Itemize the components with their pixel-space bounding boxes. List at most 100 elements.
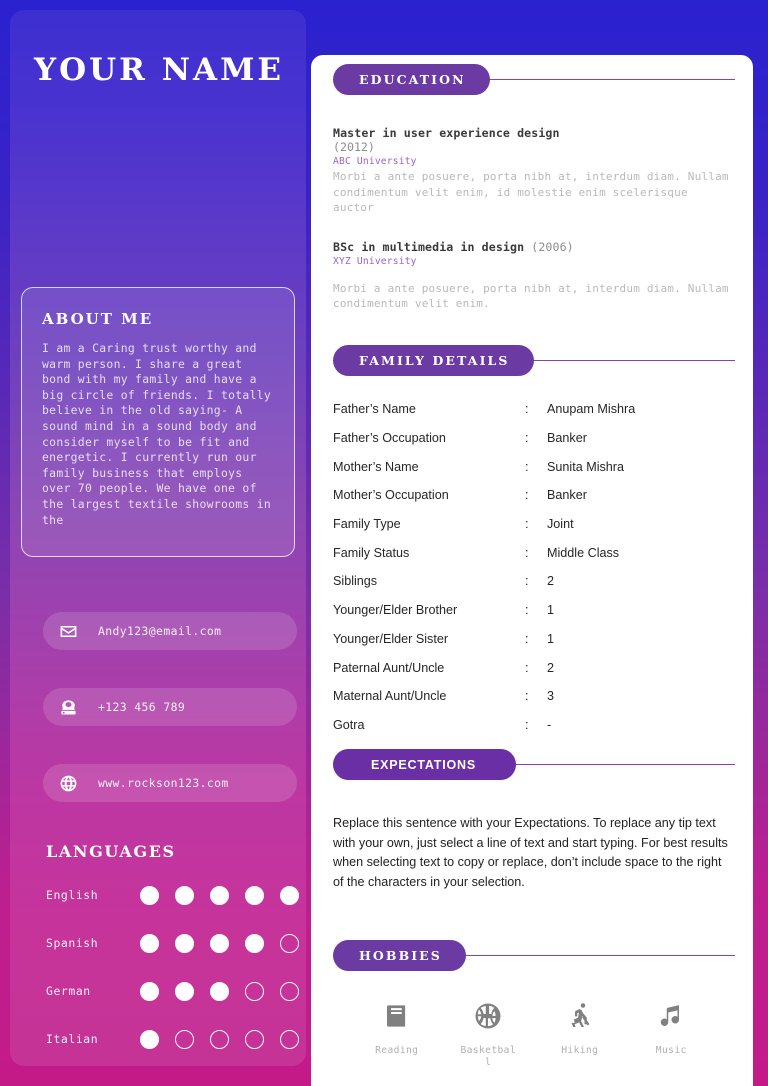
- rating-dot-filled[interactable]: [245, 934, 264, 953]
- education-year: (2006): [524, 239, 574, 254]
- rating-dot-filled[interactable]: [140, 982, 159, 1001]
- family-detail-label: Family Type: [333, 517, 401, 532]
- education-header-line: [485, 78, 735, 81]
- rating-dot-filled[interactable]: [175, 886, 194, 905]
- family-detail-separator: :: [525, 517, 529, 532]
- hobby-item: Music: [626, 999, 718, 1069]
- family-detail-separator: :: [525, 689, 529, 704]
- rating-dot-filled[interactable]: [175, 982, 194, 1001]
- language-row: English: [46, 885, 299, 919]
- hobbies-header: HOBBIES: [333, 940, 735, 971]
- language-name: English: [46, 888, 99, 902]
- rating-dot-empty[interactable]: [280, 1030, 299, 1049]
- language-rows: English Spanish German Italian: [46, 885, 299, 1063]
- family-detail-label: Mother’s Name: [333, 459, 419, 474]
- resume-page: YOUR NAME ABOUT ME I am a Caring trust w…: [0, 0, 768, 1086]
- table-row: Family Status: Middle Class: [333, 538, 735, 567]
- rating-dot-filled[interactable]: [140, 886, 159, 905]
- table-row: Father’s Occupation: Banker: [333, 424, 735, 453]
- rating-dot-filled[interactable]: [175, 934, 194, 953]
- family-detail-label: Younger/Elder Brother: [333, 603, 458, 618]
- family-details-pill-label: FAMILY DETAILS: [333, 345, 534, 376]
- family-detail-label: Maternal Aunt/Uncle: [333, 689, 447, 704]
- family-detail-separator: :: [525, 459, 529, 474]
- hiking-icon: [565, 999, 595, 1033]
- rating-dot-empty[interactable]: [245, 982, 264, 1001]
- about-me-title: ABOUT ME: [42, 310, 154, 328]
- rating-dot-filled[interactable]: [140, 934, 159, 953]
- rating-dot-empty[interactable]: [245, 1030, 264, 1049]
- education-school: XYZ University: [333, 255, 417, 267]
- rating-dot-filled[interactable]: [280, 886, 299, 905]
- contact-row-email[interactable]: Andy123@email.com: [43, 612, 297, 650]
- language-name: Italian: [46, 1032, 99, 1046]
- hobby-label: Basketball: [460, 1045, 517, 1068]
- hobby-label: Hiking: [561, 1045, 599, 1056]
- contact-list: Andy123@email.com +123 456 789 www.rocks…: [43, 612, 297, 840]
- table-row: Younger/Elder Sister: 1: [333, 625, 735, 654]
- rating-dot-filled[interactable]: [210, 934, 229, 953]
- hobbies-section: HOBBIES Reading Basketball Hiking Music: [333, 940, 735, 1069]
- family-detail-label: Family Status: [333, 545, 410, 560]
- education-description: Morbi a ante posuere, porta nibh at, int…: [333, 281, 729, 311]
- hobby-item: Hiking: [534, 999, 626, 1069]
- hobbies-header-line: [461, 954, 735, 957]
- rating-dot-empty[interactable]: [280, 934, 299, 953]
- language-name: German: [46, 984, 91, 998]
- education-degree: Master in user experience design: [333, 126, 560, 140]
- music-note-icon: [656, 999, 686, 1033]
- language-row: Italian: [46, 1029, 299, 1063]
- education-entries: Master in user experience design (2012) AB…: [333, 126, 735, 312]
- table-row: Father’s Name: Anupam Mishra: [333, 395, 735, 424]
- contact-row-phone[interactable]: +123 456 789: [43, 688, 297, 726]
- family-detail-value: -: [547, 717, 552, 732]
- table-row: Paternal Aunt/Uncle: 2: [333, 653, 735, 682]
- contact-row-website[interactable]: www.rockson123.com: [43, 764, 297, 802]
- language-rating[interactable]: [140, 981, 299, 1001]
- languages-section: LANGUAGES English Spanish German Italian: [46, 842, 299, 1066]
- contact-email-text: Andy123@email.com: [98, 624, 222, 638]
- family-detail-separator: :: [525, 717, 529, 732]
- family-detail-label: Father’s Name: [333, 402, 416, 417]
- education-entry: BSc in multimedia in design (2006) XYZ Un…: [333, 240, 735, 312]
- language-row: Spanish: [46, 933, 299, 967]
- rating-dot-empty[interactable]: [280, 982, 299, 1001]
- table-row: Siblings: 2: [333, 567, 735, 596]
- education-description: Morbi a ante posuere, porta nibh at, int…: [333, 170, 729, 215]
- basketball-icon: [473, 999, 503, 1033]
- name-block: YOUR NAME: [10, 10, 306, 88]
- language-rating[interactable]: [140, 885, 299, 905]
- rating-dot-filled[interactable]: [210, 982, 229, 1001]
- rating-dot-filled[interactable]: [210, 886, 229, 905]
- rating-dot-filled[interactable]: [245, 886, 264, 905]
- family-details-section: FAMILY DETAILS Father’s Name: Anupam Mish…: [333, 345, 735, 739]
- family-detail-value: Banker: [547, 488, 587, 503]
- family-detail-label: Younger/Elder Sister: [333, 631, 449, 646]
- envelope-icon: [57, 620, 79, 642]
- rating-dot-filled[interactable]: [140, 1030, 159, 1049]
- family-detail-value: Anupam Mishra: [547, 402, 636, 417]
- expectations-header-line: [511, 763, 735, 766]
- family-detail-value: Joint: [547, 517, 574, 532]
- globe-icon: [57, 772, 79, 794]
- rating-dot-empty[interactable]: [210, 1030, 229, 1049]
- book-icon: [382, 999, 412, 1033]
- family-detail-value: 2: [547, 574, 555, 589]
- languages-title: LANGUAGES: [46, 842, 176, 861]
- table-row: Gotra: -: [333, 711, 735, 740]
- hobbies-list: Reading Basketball Hiking Music: [333, 999, 735, 1069]
- language-rating[interactable]: [140, 1029, 299, 1049]
- family-detail-label: Siblings: [333, 574, 378, 589]
- expectations-section: EXPECTATIONS Replace this sentence with …: [333, 749, 735, 892]
- family-detail-value: Sunita Mishra: [547, 459, 624, 474]
- about-me-card: ABOUT ME I am a Caring trust worthy and …: [21, 287, 295, 557]
- language-rating[interactable]: [140, 933, 299, 953]
- rating-dot-empty[interactable]: [175, 1030, 194, 1049]
- family-detail-value: Banker: [547, 431, 587, 446]
- table-row: Family Type: Joint: [333, 510, 735, 539]
- family-details-table: Father’s Name: Anupam Mishra Father’s Occu…: [333, 395, 735, 739]
- family-details-header: FAMILY DETAILS: [333, 345, 735, 376]
- table-row: Mother’s Occupation: Banker: [333, 481, 735, 510]
- table-row: Younger/Elder Brother: 1: [333, 596, 735, 625]
- education-year: (2012): [333, 140, 375, 154]
